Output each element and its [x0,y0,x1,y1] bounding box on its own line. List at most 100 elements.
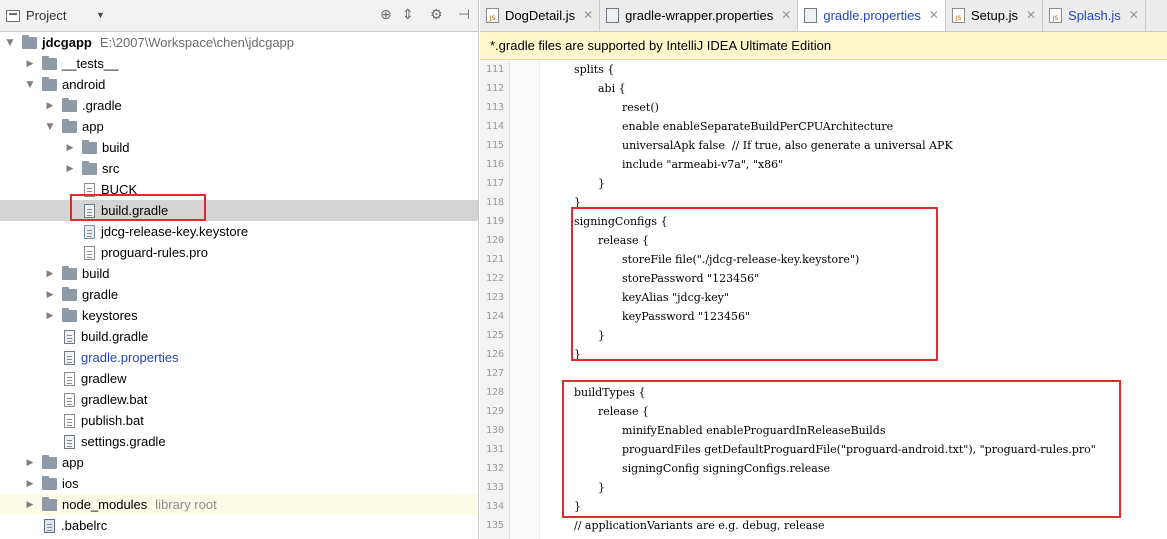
collapse-arrow-icon[interactable]: ▶ [24,59,36,69]
project-view-title[interactable]: Project [26,8,66,23]
project-path: E:\2007\Workspace\chen\jdcgapp [99,35,295,50]
code-line[interactable]: } [480,174,1167,193]
gradle-file-icon [64,329,75,344]
tree-folder[interactable]: ▶ build [0,137,478,158]
tree-item-label: build [82,266,110,281]
editor-tab[interactable]: gradle.properties ✕ [798,0,946,31]
close-icon[interactable]: ✕ [929,8,939,22]
tree-file[interactable]: build.gradle [0,326,478,347]
js-file-icon: JS [951,7,965,23]
collapse-arrow-icon[interactable]: ▶ [44,290,56,300]
tree-folder[interactable]: ▶ build [0,263,478,284]
tree-folder[interactable]: ▼ app [0,116,478,137]
collapse-arrow-icon[interactable]: ▶ [44,311,56,321]
folder-icon [42,496,57,511]
chevron-down-icon[interactable]: ▼ [96,10,105,20]
tree-item-label: android [62,77,106,92]
code-line[interactable]: abi { [480,79,1167,98]
pin-icon[interactable]: ⊣ [458,7,470,23]
tree-item-label: gradle.properties [81,350,179,365]
tree-folder[interactable]: ▶ ios [0,473,478,494]
js-file-icon: JS [1049,7,1063,23]
tree-folder[interactable]: ▶ gradle [0,284,478,305]
tree-folder[interactable]: ▶ keystores [0,305,478,326]
tree-file[interactable]: .babelrc [0,515,478,536]
notification-banner: *.gradle files are supported by IntelliJ… [480,32,1167,60]
tree-item-label: src [102,161,120,176]
tree-item-label: build [102,140,130,155]
folder-icon [42,55,57,70]
gradle-file-icon [804,7,818,23]
tree-file[interactable]: settings.gradle [0,431,478,452]
code-line[interactable]: reset() [480,98,1167,117]
tree-folder[interactable]: ▶ node_modules library root [0,494,478,515]
editor-tab[interactable]: JS Setup.js ✕ [945,0,1044,31]
tree-folder[interactable]: ▶ __tests__ [0,53,478,74]
code-line[interactable]: universalApk false // If true, also gene… [480,136,1167,155]
folder-icon [42,454,57,469]
collapse-arrow-icon[interactable]: ▶ [24,479,36,489]
folder-icon [62,118,77,133]
tree-item-label: __tests__ [62,56,119,71]
code-text: enable enableSeparateBuildPerCPUArchitec… [622,120,894,133]
folder-icon [62,97,77,112]
close-icon[interactable]: ✕ [1026,8,1036,22]
code-text: universalApk false // If true, also gene… [622,139,953,152]
collapse-arrow-icon[interactable]: ▶ [24,500,36,510]
notification-text: *.gradle files are supported by IntelliJ… [490,38,832,53]
collapse-arrow-icon[interactable]: ▶ [64,143,76,153]
collapse-icon[interactable]: ⇕ [402,7,414,23]
tree-item-label: publish.bat [81,413,144,428]
tab-label: gradle-wrapper.properties [625,7,774,23]
collapse-arrow-icon[interactable]: ▶ [24,458,36,468]
tree-folder[interactable]: ▶ .gradle [0,95,478,116]
close-icon[interactable]: ✕ [781,8,791,22]
project-panel: Project ▼ ⊕ ⇕ ⚙ ⊣ ▼ jdcgapp E:\2007\Worksp… [0,0,479,539]
code-line[interactable]: enable enableSeparateBuildPerCPUArchitec… [480,117,1167,136]
tree-folder[interactable]: ▶ app [0,452,478,473]
tree-item-label: gradlew.bat [81,392,148,407]
collapse-arrow-icon[interactable]: ▶ [64,164,76,174]
tree-folder[interactable]: ▼ jdcgapp E:\2007\Workspace\chen\jdcgapp [0,32,478,53]
tree-file[interactable]: gradlew.bat [0,389,478,410]
tab-label: Splash.js [1068,7,1121,23]
collapse-arrow-icon[interactable]: ▶ [44,101,56,111]
tree-item-label: jdcg-release-key.keystore [101,224,249,239]
code-text: } [598,177,605,190]
tree-file[interactable]: publish.bat [0,410,478,431]
editor-tab[interactable]: JS DogDetail.js ✕ [480,0,601,31]
keystore-file-icon [84,224,95,239]
tree-item-label: proguard-rules.pro [101,245,208,260]
tree-file[interactable]: gradlew [0,368,478,389]
code-line[interactable]: // applicationVariants are e.g. debug, r… [480,516,1167,535]
tree-folder[interactable]: ▶ src [0,158,478,179]
close-icon[interactable]: ✕ [583,8,593,22]
tree-item-label: build.gradle [81,329,149,344]
tree-item-label: app [82,119,104,134]
target-icon[interactable]: ⊕ [380,7,392,23]
tree-item-label: app [62,455,84,470]
code-line[interactable]: splits { [480,60,1167,79]
expand-arrow-icon[interactable]: ▼ [44,122,56,132]
expand-arrow-icon[interactable]: ▼ [4,38,16,48]
collapse-arrow-icon[interactable]: ▶ [44,269,56,279]
gradle-file-icon [64,350,75,365]
close-icon[interactable]: ✕ [1129,8,1139,22]
file-icon [84,245,95,260]
tree-item-label: gradlew [81,371,127,386]
editor-tab-bar: JS DogDetail.js ✕ gradle-wrapper.properties… [480,0,1167,32]
tree-item-label: ios [62,476,79,491]
code-line[interactable]: include "armeabi-v7a", "x86" [480,155,1167,174]
tree-folder[interactable]: ▼ android [0,74,478,95]
file-icon [64,392,75,407]
tree-file[interactable]: proguard-rules.pro [0,242,478,263]
library-root-label: library root [155,497,217,512]
expand-arrow-icon[interactable]: ▼ [24,80,36,90]
tree-file[interactable]: gradle.properties [0,347,478,368]
editor-tab[interactable]: gradle-wrapper.properties ✕ [600,0,799,31]
tree-file[interactable]: jdcg-release-key.keystore [0,221,478,242]
project-panel-header: Project ▼ ⊕ ⇕ ⚙ ⊣ [0,0,478,32]
gear-icon[interactable]: ⚙ [430,7,443,23]
tab-label: Setup.js [970,7,1018,23]
editor-tab[interactable]: JS Splash.js ✕ [1043,0,1146,31]
